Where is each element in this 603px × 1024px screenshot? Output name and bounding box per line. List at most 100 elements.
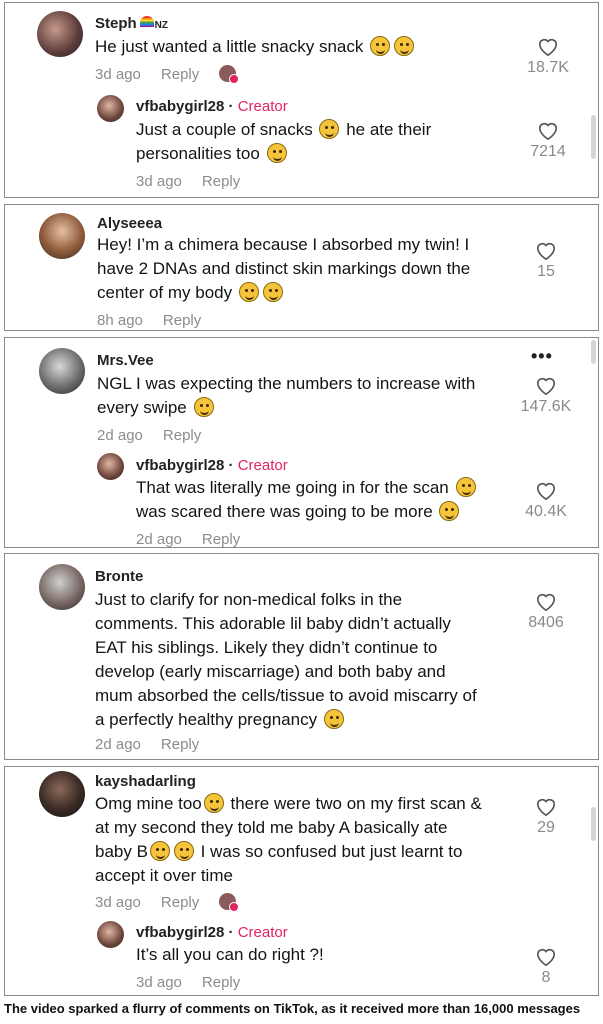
reply-button[interactable]: Reply [202, 173, 240, 190]
like-count: 147.6K [520, 398, 572, 415]
comment-text: Just to clarify for non-medical folks in… [95, 590, 477, 729]
laughing-emoji-icon [455, 477, 476, 497]
like-button[interactable]: 7214 [513, 121, 583, 161]
reply-meta: 2d ago Reply [136, 531, 240, 548]
reply-text: That was literally me going in for the s… [136, 476, 478, 524]
reply-button[interactable]: Reply [202, 531, 240, 548]
scrollbar[interactable] [591, 115, 596, 159]
comment-panel-5: kayshadarling Omg mine too there were tw… [4, 766, 599, 996]
laughing-emoji-icon [173, 841, 194, 861]
scrollbar[interactable] [591, 340, 596, 364]
smiling-emoji-icon [323, 709, 344, 729]
hearts-face-emoji-icon [394, 36, 415, 56]
image-caption: The video sparked a flurry of comments o… [4, 1001, 581, 1016]
surprised-emoji-icon [149, 841, 170, 861]
reply-button[interactable]: Reply [202, 974, 240, 991]
heart-outline-icon [536, 377, 556, 396]
reply-button[interactable]: Reply [161, 66, 199, 83]
like-button[interactable]: 29 [511, 797, 581, 837]
laughing-emoji-icon [238, 282, 259, 302]
reply-button[interactable]: Reply [161, 894, 199, 911]
sweat-smile-emoji-icon [266, 143, 287, 163]
more-options-button[interactable]: ••• [531, 346, 553, 367]
like-button[interactable]: 8 [511, 947, 581, 987]
creator-liked-icon [219, 893, 240, 912]
like-button[interactable]: 147.6K [511, 376, 581, 416]
heart-outline-icon [538, 122, 558, 141]
rofl-emoji-icon [203, 793, 224, 813]
comment-panel-2: Alyseeea Hey! I’m a chimera because I ab… [4, 204, 599, 331]
comment-text: NGL I was expecting the numbers to incre… [97, 374, 476, 417]
avatar[interactable] [37, 11, 83, 57]
like-button[interactable]: 8406 [511, 592, 581, 632]
comment-text: Hey! I’m a chimera because I absorbed my… [97, 235, 471, 302]
reply-text: Just a couple of snacks he ate their pers… [136, 119, 432, 163]
grimace-emoji-icon [370, 36, 391, 56]
pride-flag-icon [139, 16, 154, 27]
reply-meta: 3d ago Reply [136, 173, 240, 190]
separator: · [224, 457, 238, 474]
like-count: 18.7K [527, 59, 569, 76]
comment-text: Omg mine too there were two on my first … [95, 793, 482, 885]
like-button[interactable]: 40.4K [511, 481, 581, 521]
like-count: 7214 [530, 143, 566, 160]
comment-meta: 2d ago Reply [95, 736, 199, 753]
heart-outline-icon [536, 948, 556, 967]
reply-button[interactable]: Reply [163, 312, 201, 329]
comment-text: He just wanted a little snacky snack [95, 35, 416, 59]
username[interactable]: kayshadarling [95, 773, 196, 790]
reply-meta: 3d ago Reply [136, 974, 240, 991]
reply-username[interactable]: vfbabygirl28 · Creator [136, 924, 288, 941]
comment-meta: 3d ago Reply [95, 893, 240, 912]
like-count: 8 [541, 969, 551, 986]
creator-avatar[interactable] [97, 95, 124, 122]
reply-text: It’s all you can do right ?! [136, 945, 324, 964]
comment-panel-1: Steph NZ He just wanted a little snacky s… [4, 2, 599, 198]
separator: · [224, 924, 238, 941]
creator-avatar[interactable] [97, 921, 124, 948]
timestamp: 3d ago [95, 894, 141, 911]
avatar[interactable] [39, 771, 85, 817]
reply-button[interactable]: Reply [163, 427, 201, 444]
creator-avatar[interactable] [97, 453, 124, 480]
username[interactable]: Steph NZ [95, 15, 168, 32]
comment-meta: 8h ago Reply [97, 312, 201, 329]
timestamp: 3d ago [95, 66, 141, 83]
username[interactable]: Mrs.Vee [97, 352, 154, 369]
smirk-emoji-icon [319, 119, 340, 139]
laughing-emoji-icon [193, 397, 214, 417]
timestamp: 3d ago [136, 974, 182, 991]
creator-liked-icon [219, 65, 240, 84]
rofl-emoji-icon [439, 501, 460, 521]
heart-outline-icon [538, 38, 558, 57]
timestamp: 2d ago [97, 427, 143, 444]
comment-panel-3: Mrs.Vee ••• NGL I was expecting the numb… [4, 337, 599, 548]
creator-badge: Creator [237, 924, 288, 941]
heart-outline-icon [536, 593, 556, 612]
zany-face-emoji-icon [262, 282, 283, 302]
like-button[interactable]: 18.7K [513, 37, 583, 77]
heart-outline-icon [536, 482, 556, 501]
timestamp: 8h ago [97, 312, 143, 329]
comment-meta: 3d ago Reply [95, 65, 240, 84]
reply-button[interactable]: Reply [161, 736, 199, 753]
creator-badge: Creator [237, 98, 288, 115]
like-count: 40.4K [525, 503, 567, 520]
creator-badge: Creator [237, 457, 288, 474]
heart-outline-icon [536, 242, 556, 261]
reply-username[interactable]: vfbabygirl28 · Creator [136, 457, 288, 474]
like-count: 29 [537, 819, 555, 836]
comment-panel-4: Bronte Just to clarify for non-medical f… [4, 553, 599, 760]
like-button[interactable]: 15 [511, 241, 581, 281]
avatar[interactable] [39, 564, 85, 610]
username[interactable]: Bronte [95, 568, 143, 585]
avatar[interactable] [39, 213, 85, 259]
reply-username[interactable]: vfbabygirl28 · Creator [136, 98, 288, 115]
username[interactable]: Alyseeea [97, 215, 162, 232]
like-count: 15 [537, 263, 555, 280]
timestamp: 2d ago [95, 736, 141, 753]
avatar[interactable] [39, 348, 85, 394]
scrollbar[interactable] [591, 807, 596, 841]
badge: NZ [154, 20, 169, 31]
like-count: 8406 [528, 614, 564, 631]
